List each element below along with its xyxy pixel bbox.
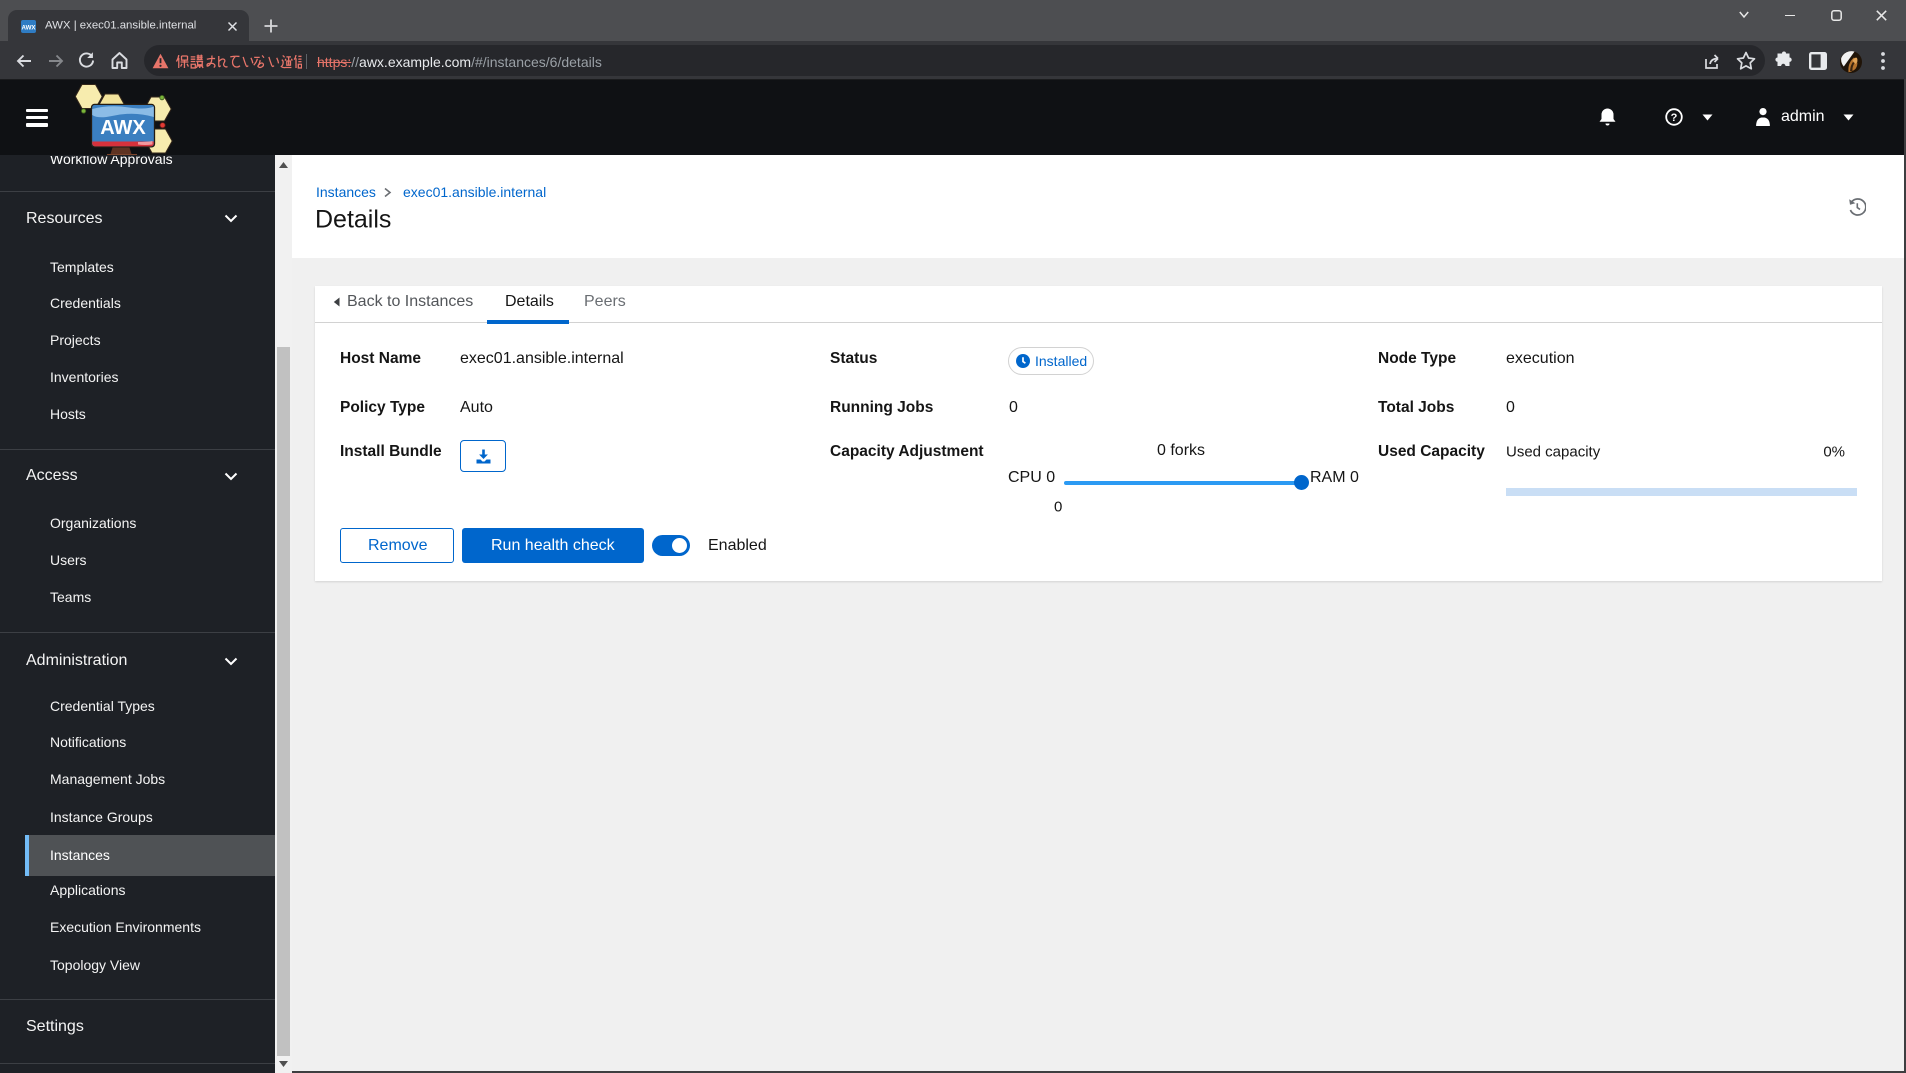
- svg-text:?: ?: [1671, 112, 1678, 124]
- svg-text:AWX: AWX: [100, 117, 146, 139]
- svg-text:AWX: AWX: [21, 25, 36, 32]
